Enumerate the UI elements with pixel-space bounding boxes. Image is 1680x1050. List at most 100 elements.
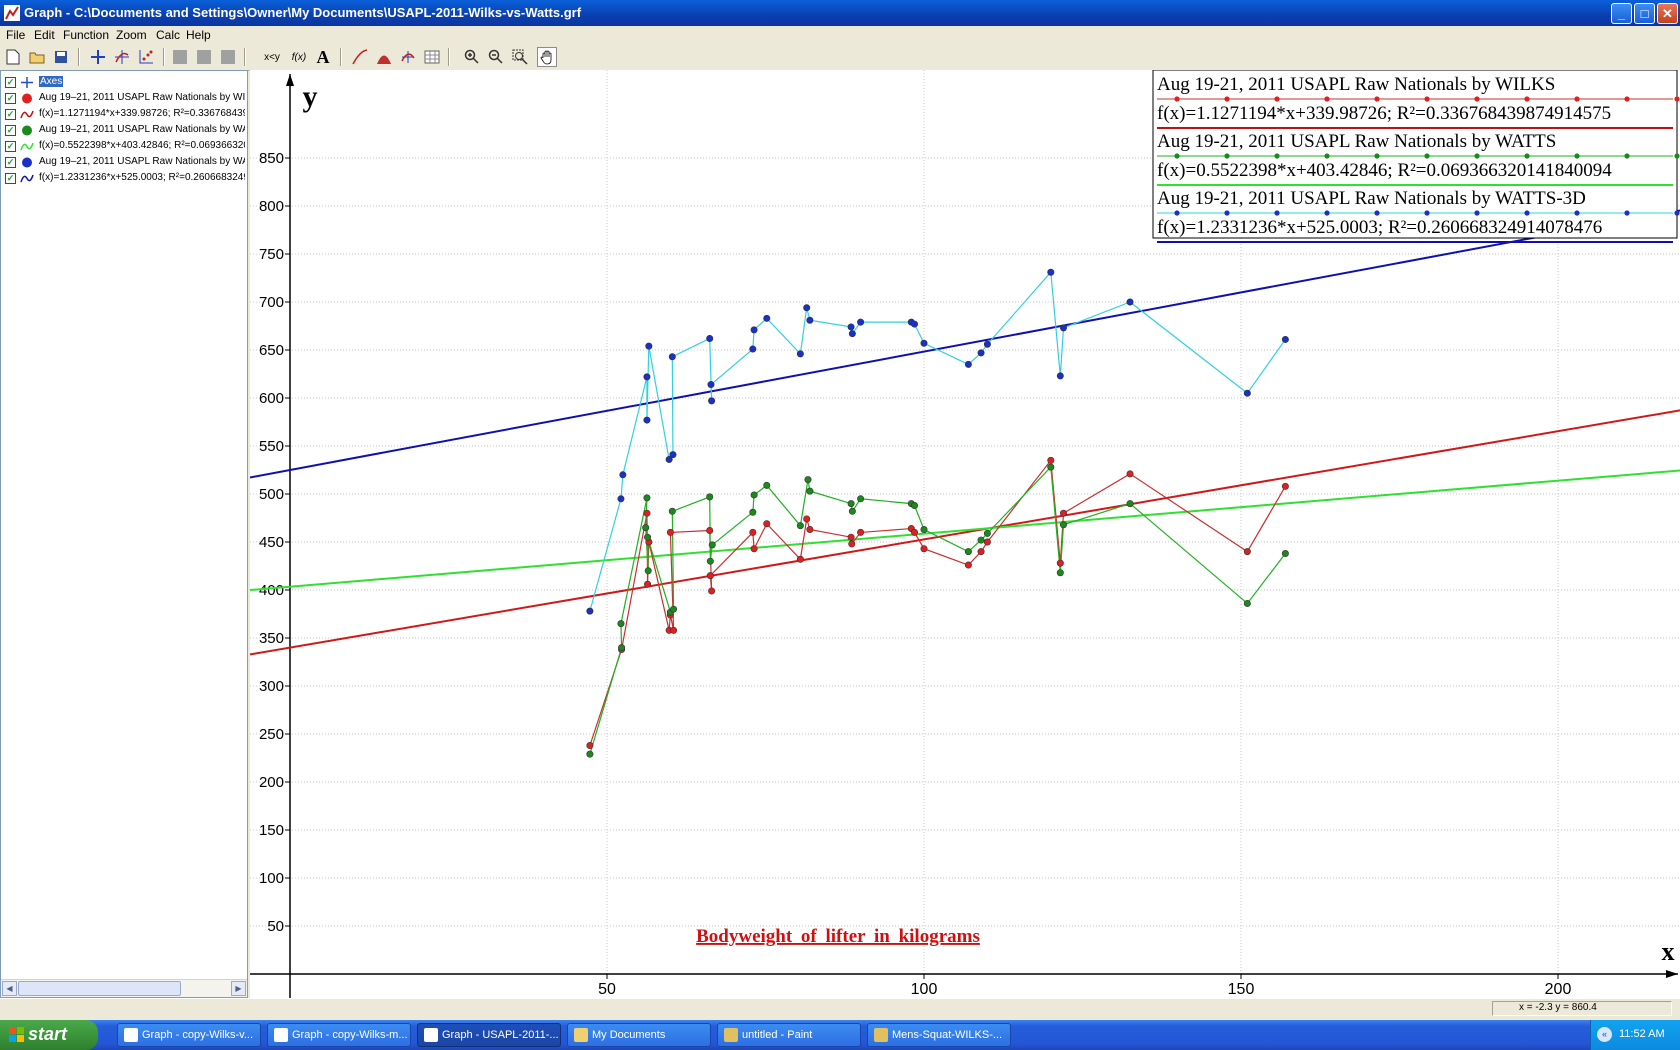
data-point [763,314,771,322]
data-point [1056,372,1064,380]
graph-area[interactable]: 50 100 150 200 50 100 150 200 250 300 350 400 450 500… [249,69,1680,998]
insert-axes-icon[interactable] [88,47,108,67]
horizontal-scrollbar[interactable]: ◀ ▶ [1,979,247,997]
data-point [910,502,918,510]
tangent-icon[interactable] [350,47,370,67]
data-point [848,540,856,548]
data-point [964,561,972,569]
point-series-icon [22,157,32,168]
taskbar-app-icon [874,1028,888,1042]
annotation-text: Bodyweight of lifter in kilograms [696,926,980,947]
insert-function-icon[interactable] [112,47,132,67]
x-tick-label: 50 [598,981,616,998]
function-list-item[interactable]: ✓ Axes [5,75,245,90]
data-point [617,495,625,503]
point-series-icon [22,125,32,136]
scroll-left-icon[interactable]: ◀ [2,981,17,996]
minimize-button[interactable]: _ [1611,3,1632,24]
window-title: Graph - C:\Documents and Settings\Owner\… [24,5,582,20]
function-list-item[interactable]: ✓ f(x)=0.5522398*x+403.42846; R²=0.069366… [5,139,245,154]
data-point [1281,482,1289,490]
data-point [796,522,804,530]
relation-icon[interactable] [398,47,418,67]
visibility-checkbox[interactable]: ✓ [5,173,16,184]
disabled-tool-icon[interactable] [218,47,238,67]
data-point [977,349,985,357]
data-point [708,541,716,549]
disabled-tool-icon[interactable] [194,47,214,67]
function-label: Axes [39,76,64,87]
function-label: f(x)=1.1271194*x+339.98726; R²=0.3367684… [39,108,245,119]
insert-text-button[interactable]: A [313,47,333,67]
legend-marker [1474,210,1480,216]
taskbar-button[interactable]: My Documents [567,1023,711,1047]
x-tick-label: 200 [1545,981,1572,998]
data-point [750,491,758,499]
new-file-icon[interactable] [3,47,23,67]
function-list-item[interactable]: ✓ Aug 19–21, 2011 USAPL Raw Nationals by … [5,91,245,106]
zoom-window-icon[interactable] [510,47,530,67]
function-list-item[interactable]: ✓ f(x)=1.1271194*x+339.98726; R²=0.336768… [5,107,245,122]
evaluate-fx-button[interactable]: f(x) [289,47,309,67]
legend-marker [1624,96,1630,102]
taskbar-button[interactable]: untitled - Paint [717,1023,861,1047]
data-point [806,316,814,324]
menu-function[interactable]: Function [63,28,109,42]
taskbar-button[interactable]: Graph - USAPL-2011-... [417,1023,561,1047]
visibility-checkbox[interactable]: ✓ [5,77,16,88]
data-point [619,471,627,479]
y-tick-label: 750 [259,246,284,263]
data-point [1047,268,1055,276]
data-point [763,481,771,489]
scrollbar-thumb[interactable] [18,981,181,996]
pan-hand-icon[interactable] [537,47,557,67]
visibility-checkbox[interactable]: ✓ [5,125,16,136]
start-button[interactable]: start [0,1020,98,1050]
menu-file[interactable]: File [6,28,25,42]
disabled-tool-icon[interactable] [170,47,190,67]
data-point [586,742,594,750]
menu-calc[interactable]: Calc [156,28,180,42]
close-button[interactable]: ✕ [1657,3,1678,24]
open-folder-icon[interactable] [27,47,47,67]
taskbar-button[interactable]: Mens-Squat-WILKS-... [867,1023,1011,1047]
data-point [666,528,674,536]
zoom-in-icon[interactable] [462,47,482,67]
menu-edit[interactable]: Edit [34,28,55,42]
visibility-checkbox[interactable]: ✓ [5,157,16,168]
data-point [848,330,856,338]
taskbar-button[interactable]: Graph - copy-Wilks-v... [117,1023,261,1047]
y-tick-label: 150 [259,822,284,839]
inequality-button[interactable]: x<y [262,47,282,67]
data-point [586,750,594,758]
graph-canvas[interactable]: 50 100 150 200 50 100 150 200 250 300 350 400 450 500… [249,69,1680,998]
data-point [847,500,855,508]
data-point [749,528,757,536]
function-list-item[interactable]: ✓ Aug 19–21, 2011 USAPL Raw Nationals by … [5,155,245,170]
visibility-checkbox[interactable]: ✓ [5,93,16,104]
insert-points-icon[interactable] [136,47,156,67]
trendline [249,209,1680,479]
save-icon[interactable] [51,47,71,67]
data-point [1059,521,1067,529]
tray-chevron-icon[interactable]: « [1597,1027,1612,1042]
maximize-button[interactable]: □ [1634,3,1655,24]
taskbar-button[interactable]: Graph - copy-Wilks-m... [267,1023,411,1047]
menu-help[interactable]: Help [186,28,211,42]
visibility-checkbox[interactable]: ✓ [5,109,16,120]
visibility-checkbox[interactable]: ✓ [5,141,16,152]
table-icon[interactable] [422,47,442,67]
menu-zoom[interactable]: Zoom [116,28,147,42]
taskbar: start Graph - copy-Wilks-v... Graph - cop… [0,1020,1680,1050]
point-series-icon [22,93,32,104]
y-axis-arrow [286,74,294,86]
zoom-out-icon[interactable] [486,47,506,67]
shading-icon[interactable] [374,47,394,67]
legend-marker [1374,210,1380,216]
legend-marker [1474,153,1480,159]
data-point [920,339,928,347]
legend-marker [1374,96,1380,102]
function-list-item[interactable]: ✓ f(x)=1.2331236*x+525.0003; R²=0.2606683… [5,171,245,186]
function-list-item[interactable]: ✓ Aug 19–21, 2011 USAPL Raw Nationals by … [5,123,245,138]
scroll-right-icon[interactable]: ▶ [231,981,246,996]
